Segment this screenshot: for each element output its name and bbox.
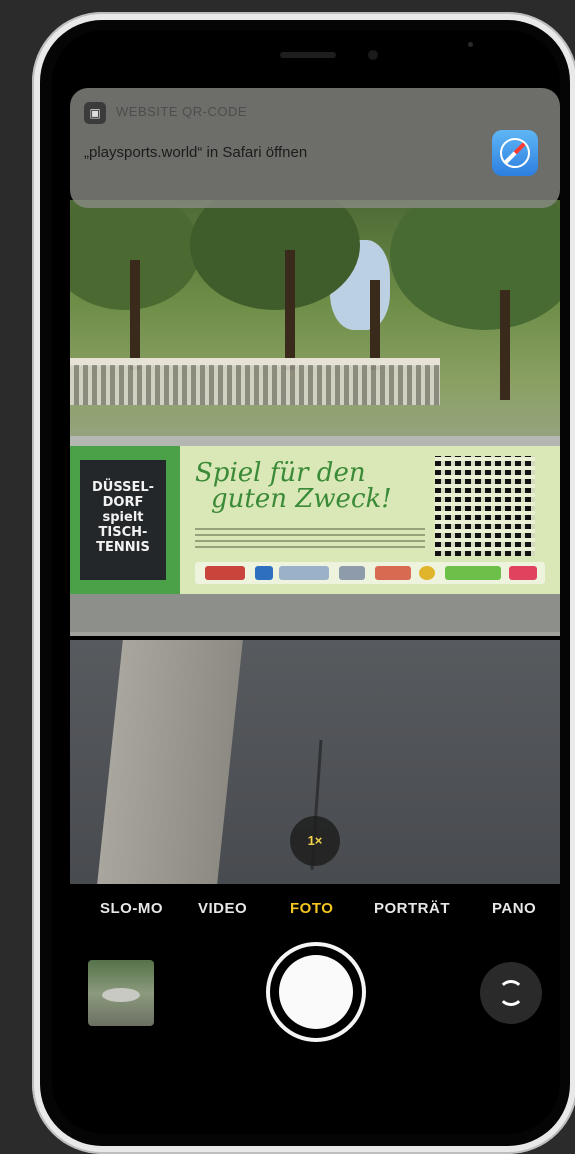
mode-video[interactable]: VIDEO — [198, 900, 247, 917]
chalk-line: spielt — [102, 510, 144, 525]
camera-viewfinder[interactable]: DÜSSEL- DORF spielt TISCH- TENNIS Spiel … — [70, 200, 560, 884]
mode-portraet[interactable]: PORTRÄT — [374, 900, 450, 917]
trees-background — [70, 200, 560, 460]
slogan-line-1: Spiel für den — [195, 458, 366, 488]
shutter-button-inner — [279, 955, 353, 1029]
charity-banner: DÜSSEL- DORF spielt TISCH- TENNIS Spiel … — [70, 446, 560, 594]
sponsor-logos — [195, 562, 545, 584]
mode-pano[interactable]: PANO — [492, 900, 536, 917]
banner-small-print — [195, 528, 425, 550]
switch-camera-button[interactable] — [480, 962, 542, 1024]
chalk-line: TENNIS — [96, 540, 150, 555]
last-photo-thumbnail[interactable] — [88, 960, 154, 1026]
earpiece-speaker — [280, 52, 336, 58]
banner-slogan: Spiel für den guten Zweck! — [195, 460, 415, 512]
qr-code[interactable] — [435, 456, 535, 556]
qr-code-app-icon: ▣ — [84, 102, 106, 124]
slogan-line-2: guten Zweck! — [211, 484, 392, 514]
qr-code-notification[interactable]: ▣ WEBSITE QR-CODE „playsports.world“ in … — [70, 88, 560, 208]
table-edge — [70, 594, 560, 632]
mode-slo-mo[interactable]: SLO-MO — [100, 900, 163, 917]
proximity-sensor — [468, 42, 473, 47]
chalk-line: TISCH- — [98, 525, 148, 540]
shutter-button[interactable] — [266, 942, 366, 1042]
chalk-line: DORF — [102, 495, 144, 510]
safari-icon[interactable] — [492, 130, 538, 176]
banner-green-panel: DÜSSEL- DORF spielt TISCH- TENNIS — [70, 446, 180, 594]
notification-app-name: WEBSITE QR-CODE — [116, 104, 248, 119]
camera-mode-selector: SLO-MO VIDEO FOTO PORTRÄT PANO — [52, 900, 560, 930]
front-camera — [368, 50, 378, 60]
camera-screen: DÜSSEL- DORF spielt TISCH- TENNIS Spiel … — [52, 30, 560, 1134]
zoom-1x-button[interactable]: 1× — [290, 816, 340, 866]
camera-flip-icon — [498, 980, 524, 1006]
table-leg — [97, 640, 243, 884]
fence — [70, 365, 440, 405]
mode-foto[interactable]: FOTO — [290, 900, 333, 917]
notification-message: „playsports.world“ in Safari öffnen — [84, 144, 308, 161]
chalkboard-logo: DÜSSEL- DORF spielt TISCH- TENNIS — [80, 460, 166, 580]
chalk-line: DÜSSEL- — [91, 480, 155, 495]
